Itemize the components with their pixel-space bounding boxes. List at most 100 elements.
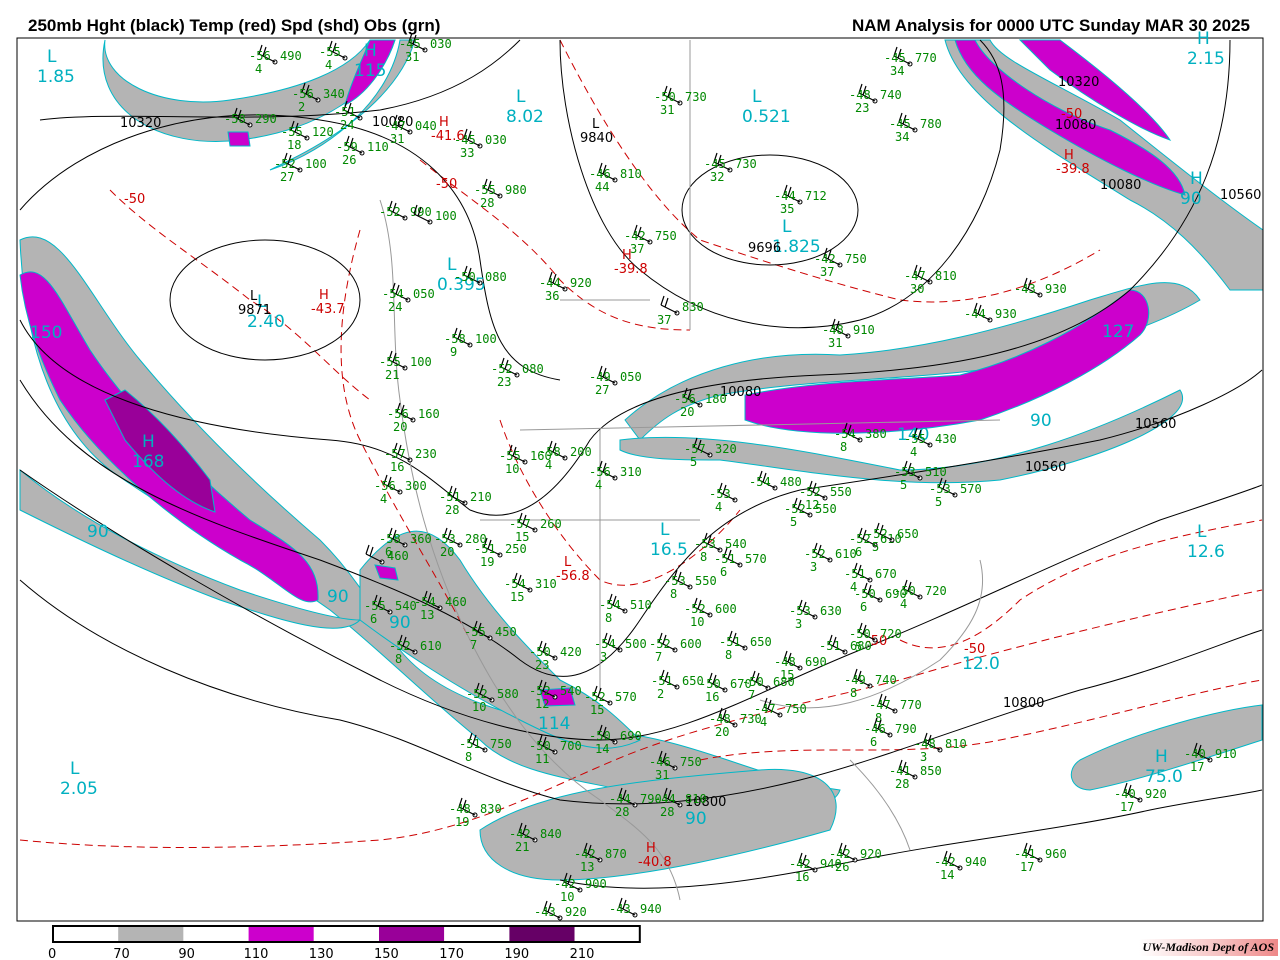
station-temperature: -57 [509, 517, 531, 531]
station-temperature: -55 [904, 432, 926, 446]
station-dewpoint-depression: 19 [455, 815, 469, 829]
station-height: 720 [925, 584, 947, 598]
station-height: 310 [620, 465, 642, 479]
station-dewpoint-depression: 24 [340, 118, 354, 132]
station-plot: -50 680 7 [742, 670, 795, 702]
station-height: 610 [420, 639, 442, 653]
station-dewpoint-depression: 32 [710, 170, 724, 184]
station-dewpoint-depression: 28 [445, 503, 459, 517]
station-plot: -44 930 [964, 302, 1017, 323]
station-temperature: -52 [804, 547, 826, 561]
station-temperature: -57 [684, 442, 706, 456]
station-height: 910 [853, 323, 875, 337]
station-dewpoint-depression: 6 [860, 600, 867, 614]
station-plot: -43 930 [1014, 277, 1067, 298]
station-dewpoint-depression: 34 [895, 130, 909, 144]
station-temperature: -51 [439, 490, 461, 504]
station-height: 080 [522, 362, 544, 376]
station-dewpoint-depression: 37 [657, 313, 671, 327]
station-dewpoint-depression: 4 [545, 458, 552, 472]
station-dewpoint-depression: 7 [470, 638, 477, 652]
station-height: 750 [845, 252, 867, 266]
legend-tick-label: 70 [113, 947, 130, 960]
station-height: 570 [960, 482, 982, 496]
station-dewpoint-depression: 4 [900, 597, 907, 611]
station-temperature: -46 [649, 755, 671, 769]
station-height: 110 [367, 140, 389, 154]
station-plot: -54 480 [749, 470, 802, 491]
station-dewpoint-depression: 9 [450, 345, 457, 359]
station-dewpoint-depression: 20 [680, 405, 694, 419]
station-dewpoint-depression: 17 [1020, 860, 1034, 874]
height-value-label: 10080 [1100, 178, 1141, 193]
station-height: 680 [773, 675, 795, 689]
station-temperature: -50 [742, 675, 764, 689]
speed-value-label: 90 [327, 587, 349, 607]
station-plot: -57 230 16 [384, 442, 437, 474]
station-dewpoint-depression: 21 [515, 840, 529, 854]
station-temperature: -50 [894, 584, 916, 598]
station-height: 960 [1045, 847, 1067, 861]
station-dewpoint-depression: 31 [390, 132, 404, 146]
station-height: 300 [405, 479, 427, 493]
speed-min-marker: L [752, 87, 762, 107]
station-temperature: -52 [529, 684, 551, 698]
station-temperature: -59 [336, 140, 358, 154]
station-dewpoint-depression: 10 [505, 462, 519, 476]
station-temperature: -54 [599, 598, 621, 612]
station-height: 650 [750, 635, 772, 649]
station-temperature: -54 [834, 427, 856, 441]
station-plot: -45 030 33 [454, 128, 507, 160]
station-dewpoint-depression: 15 [510, 590, 524, 604]
station-temperature: -49 [589, 370, 611, 384]
station-height: 920 [1145, 787, 1167, 801]
station-dewpoint-depression: 4 [715, 500, 722, 514]
station-dewpoint-depression: 13 [580, 860, 594, 874]
legend-swatch-0-70 [53, 926, 119, 942]
station-dewpoint-depression: 5 [872, 540, 879, 554]
station-height: 230 [415, 447, 437, 461]
speed-min-marker: L [660, 520, 670, 540]
station-height: 850 [920, 764, 942, 778]
height-value-label: 10320 [120, 116, 161, 131]
station-temperature: -53 [664, 574, 686, 588]
station-plot: -43 940 [609, 897, 662, 918]
station-plot: -51 6502 [651, 669, 704, 701]
station-temperature: -55 [499, 449, 521, 463]
station-plot: -534 [709, 482, 738, 514]
station-height: 550 [695, 574, 717, 588]
station-height: 780 [920, 117, 942, 131]
station-dewpoint-depression: 21 [385, 368, 399, 382]
station-temperature: -51 [651, 674, 673, 688]
temp-warm-marker: H [646, 841, 656, 856]
station-height: 720 [880, 627, 902, 641]
speed-min-marker: L [47, 47, 57, 67]
station-temperature: -45 [889, 117, 911, 131]
height-value-label: 10080 [1055, 118, 1096, 133]
station-dewpoint-depression: 10 [472, 700, 486, 714]
station-temperature: -54 [414, 595, 436, 609]
station-temperature: -56 [292, 87, 314, 101]
station-plot: -42 750 37 [814, 247, 867, 279]
station-dewpoint-depression: 37 [630, 242, 644, 256]
station-dewpoint-depression: 11 [535, 752, 549, 766]
speed-value-label: 12.0 [962, 654, 1000, 674]
station-dewpoint-depression: 20 [440, 545, 454, 559]
station-dewpoint-depression: 23 [535, 658, 549, 672]
height-value-label: 10560 [1135, 417, 1176, 432]
station-height: 940 [965, 855, 987, 869]
height-low-marker: L [250, 289, 258, 304]
speed-value-label: 0.521 [742, 107, 791, 127]
speed-max-marker: H [1197, 29, 1210, 49]
height-value-label: 10560 [1220, 188, 1261, 203]
station-plot: -52 650 5 [866, 522, 919, 554]
station-dewpoint-depression: 4 [595, 478, 602, 492]
height-value-label: 9871 [238, 303, 271, 318]
height-value-label: 10320 [1058, 75, 1099, 90]
station-height: 500 [625, 637, 647, 651]
station-temperature: -48 [849, 88, 871, 102]
station-temperature: -55 [379, 355, 401, 369]
station-height: 360 [410, 532, 432, 546]
station-dewpoint-depression: 16 [390, 460, 404, 474]
station-height: 940 [640, 902, 662, 916]
